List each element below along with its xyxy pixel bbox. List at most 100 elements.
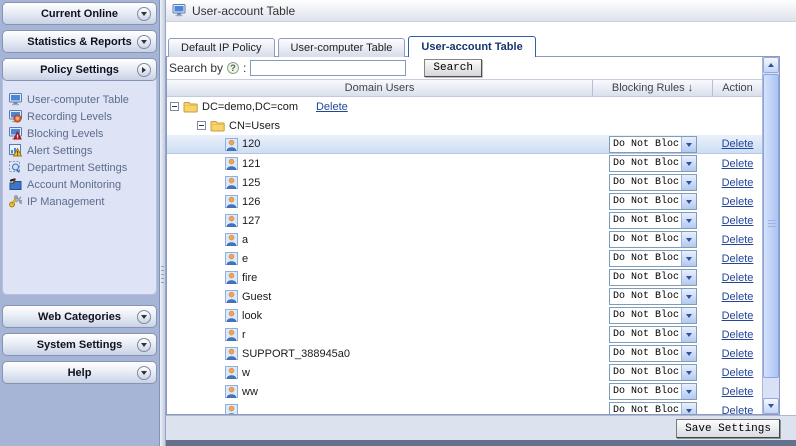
blocking-rule-select[interactable]: Do Not Bloc (609, 250, 697, 267)
blocking-rule-select[interactable]: Do Not Bloc (609, 383, 697, 400)
blocking-rule-select[interactable]: Do Not Bloc (609, 212, 697, 229)
chevron-down-icon[interactable] (681, 175, 696, 190)
chevron-down-icon[interactable] (681, 289, 696, 304)
delete-user-link[interactable]: Delete (722, 272, 754, 284)
blocking-rule-select[interactable]: Do Not Bloc (609, 269, 697, 286)
column-header-action: Action (713, 80, 762, 96)
delete-user-link[interactable]: Delete (722, 386, 754, 398)
blocking-rule-value: Do Not Bloc (610, 213, 681, 228)
blocking-rule-select[interactable]: Do Not Bloc (609, 307, 697, 324)
chevron-down-icon[interactable] (681, 384, 696, 399)
chevron-right-circle-icon (137, 63, 151, 77)
domain-user-name: e (242, 253, 248, 265)
scrollbar-up-button[interactable] (763, 57, 779, 73)
delete-user-link[interactable]: Delete (722, 310, 754, 322)
scrollbar-down-button[interactable] (763, 398, 779, 414)
collapse-icon[interactable] (197, 121, 206, 130)
domain-user-name: look (242, 310, 262, 322)
search-button[interactable]: Search (424, 59, 482, 77)
page-header: User-account Table (166, 0, 796, 22)
chevron-down-icon[interactable] (681, 346, 696, 361)
table-row: look Do Not Bloc Delete (167, 306, 762, 325)
blocking-rule-value: Do Not Bloc (610, 194, 681, 209)
folder-icon (210, 120, 225, 132)
sidebar-item-label: Alert Settings (27, 145, 92, 157)
sidebar-section-statistics-reports[interactable]: Statistics & Reports (2, 30, 157, 53)
chevron-down-icon[interactable] (681, 403, 696, 414)
delete-user-link[interactable]: Delete (722, 138, 754, 150)
section-label: Statistics & Reports (3, 36, 156, 48)
blocking-rule-select[interactable]: Do Not Bloc (609, 174, 697, 191)
vertical-scrollbar[interactable] (762, 57, 779, 414)
sidebar-item-ip-management[interactable]: IP Management (3, 193, 156, 210)
delete-user-link[interactable]: Delete (722, 367, 754, 379)
blocking-rule-select[interactable]: Do Not Bloc (609, 326, 697, 343)
table-rows: DC=demo,DC=com Delete CN=Users 120 Do No… (167, 97, 762, 414)
delete-user-link[interactable]: Delete (722, 405, 754, 415)
table-row: ww Do Not Bloc Delete (167, 382, 762, 401)
help-icon[interactable]: ? (227, 62, 239, 74)
chevron-down-icon[interactable] (681, 232, 696, 247)
chevron-down-icon[interactable] (681, 156, 696, 171)
tab-default-ip-policy[interactable]: Default IP Policy (168, 38, 275, 57)
chevron-down-icon[interactable] (681, 270, 696, 285)
blocking-rule-select[interactable]: Do Not Bloc (609, 402, 697, 414)
delete-user-link[interactable]: Delete (722, 234, 754, 246)
user-icon (225, 138, 238, 151)
sidebar-section-web-categories[interactable]: Web Categories (2, 305, 157, 328)
search-input[interactable] (250, 60, 406, 76)
delete-domain-link[interactable]: Delete (316, 101, 348, 113)
blocking-rule-select[interactable]: Do Not Bloc (609, 345, 697, 362)
user-icon (225, 176, 238, 189)
scrollbar-grip-icon (768, 220, 776, 229)
sidebar-item-user-computer-table[interactable]: User-computer Table (3, 91, 156, 108)
table-row: 126 Do Not Bloc Delete (167, 192, 762, 211)
blocking-rule-select[interactable]: Do Not Bloc (609, 155, 697, 172)
delete-user-link[interactable]: Delete (722, 158, 754, 170)
sidebar-item-blocking-levels[interactable]: Blocking Levels (3, 125, 156, 142)
chevron-down-icon[interactable] (681, 327, 696, 342)
tab-user-computer-table[interactable]: User-computer Table (278, 38, 406, 57)
blocking-rule-select[interactable]: Do Not Bloc (609, 364, 697, 381)
policy-settings-panel: User-computer Table Recording Levels Blo… (2, 69, 157, 295)
blocking-rule-select[interactable]: Do Not Bloc (609, 288, 697, 305)
key-wrench-icon (9, 195, 22, 208)
sidebar-item-recording-levels[interactable]: Recording Levels (3, 108, 156, 125)
collapse-icon[interactable] (170, 102, 179, 111)
column-header-blocking-rules[interactable]: Blocking Rules ↓ (593, 80, 713, 96)
table-row: e Do Not Bloc Delete (167, 249, 762, 268)
tab-user-account-table[interactable]: User-account Table (408, 36, 535, 57)
save-settings-button[interactable]: Save Settings (676, 419, 780, 438)
delete-user-link[interactable]: Delete (722, 215, 754, 227)
scrollbar-thumb[interactable] (763, 74, 779, 378)
chevron-down-icon[interactable] (681, 308, 696, 323)
blocking-rule-select[interactable]: Do Not Bloc (609, 193, 697, 210)
delete-user-link[interactable]: Delete (722, 253, 754, 265)
sidebar-section-system-settings[interactable]: System Settings (2, 333, 157, 356)
search-bar: Search by ? : Search (167, 57, 762, 79)
blocking-rule-select[interactable]: Do Not Bloc (609, 136, 697, 153)
table-row: 125 Do Not Bloc Delete (167, 173, 762, 192)
delete-user-link[interactable]: Delete (722, 291, 754, 303)
sidebar-section-help[interactable]: Help (2, 361, 157, 384)
delete-user-link[interactable]: Delete (722, 329, 754, 341)
delete-user-link[interactable]: Delete (722, 196, 754, 208)
sidebar-section-current-online[interactable]: Current Online (2, 2, 157, 25)
chevron-down-icon[interactable] (681, 251, 696, 266)
tree-node-label: CN=Users (229, 120, 280, 132)
table-panel: Search by ? : Search Domain Users Blocki… (166, 56, 780, 415)
sidebar-item-alert-settings[interactable]: Alert Settings (3, 142, 156, 159)
chevron-down-icon (768, 404, 774, 411)
sidebar-item-department-settings[interactable]: Department Settings (3, 159, 156, 176)
blocking-rule-select[interactable]: Do Not Bloc (609, 231, 697, 248)
sidebar-section-policy-settings[interactable]: Policy Settings (2, 58, 157, 81)
table-row: 120 Do Not Bloc Delete (167, 135, 762, 154)
delete-user-link[interactable]: Delete (722, 348, 754, 360)
chevron-down-icon[interactable] (681, 365, 696, 380)
chevron-down-icon[interactable] (681, 194, 696, 209)
delete-user-link[interactable]: Delete (722, 177, 754, 189)
user-icon (225, 404, 238, 414)
chevron-down-icon[interactable] (681, 213, 696, 228)
sidebar-item-account-monitoring[interactable]: Account Monitoring (3, 176, 156, 193)
chevron-down-icon[interactable] (681, 137, 696, 152)
